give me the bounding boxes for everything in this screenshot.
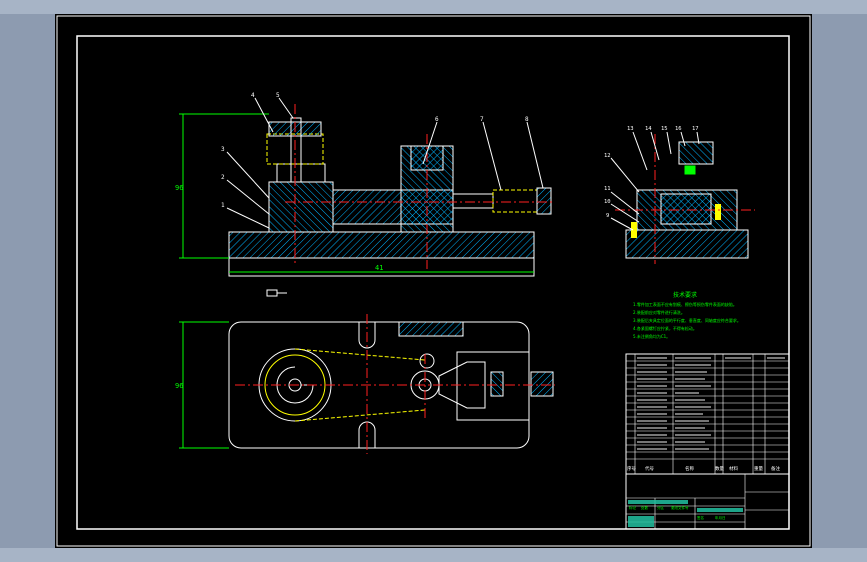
parts-header-weight: 重量: [754, 465, 763, 472]
leader-11: [610, 191, 640, 215]
leader-8: [526, 121, 544, 189]
balloon-2: 2: [221, 174, 225, 181]
parts-list: 序号 代号 名称 数量 材料 重量 备注: [625, 353, 790, 475]
base-plate-section: [228, 231, 535, 259]
parts-list-fill: [637, 357, 785, 450]
balloon-3: 3: [221, 146, 225, 153]
top-view: 96: [175, 314, 555, 454]
balloon-15: 15: [661, 126, 668, 132]
tb-label-change: 更改文件号: [671, 505, 689, 510]
inner-border: [76, 35, 790, 530]
parts-header-material: 材料: [729, 465, 738, 472]
balloon-10: 10: [604, 199, 611, 205]
knob: [536, 187, 552, 215]
leader-1: [226, 207, 270, 229]
tech-req-line-4: 4.各紧固螺钉应拧紧，不得有松动。: [633, 325, 697, 331]
leader-4: [254, 97, 274, 133]
balloon-4: 4: [251, 92, 255, 99]
dim-text-width: 41: [375, 264, 383, 272]
leader-15: [666, 131, 672, 155]
tech-req-line-2: 2.装配前应对零件进行清洗。: [633, 309, 685, 315]
balloon-14: 14: [645, 126, 652, 132]
technical-requirements: 技术要求 1.零件加工表面不应有划痕、擦伤等损伤零件表面的缺陷。 2.装配前应对…: [633, 291, 741, 339]
side-base: [625, 229, 749, 259]
clamp-small-disc: [419, 353, 435, 369]
tb-label-date: 年月日: [715, 515, 726, 520]
leader-7: [482, 121, 502, 191]
balloon-1: 1: [221, 202, 225, 209]
tb-label-sign: 签名: [697, 515, 704, 520]
balloon-16: 16: [675, 126, 682, 132]
front-view: 96 41 4 5 6 7 8 3 2 1: [175, 92, 555, 297]
side-pin-right: [715, 204, 721, 220]
tech-req-title: 技术要求: [673, 291, 697, 299]
parts-list-header: 序号 代号 名称 数量 材料 重量 备注: [627, 465, 780, 472]
leader-9: [610, 217, 634, 231]
balloon-17: 17: [692, 126, 699, 132]
balloon-12: 12: [604, 153, 611, 159]
balloon-5: 5: [276, 92, 280, 99]
top-bracket: [398, 321, 464, 337]
balloon-13: 13: [627, 126, 634, 132]
tech-req-line-3: 3.装配后夹具定位面的平行度、垂直度、同轴度应符合要求。: [633, 317, 741, 323]
tb-label-zone: 分区: [657, 505, 665, 510]
left-column: [268, 181, 334, 233]
leader-10: [610, 203, 640, 223]
parts-header-name: 名称: [685, 465, 694, 472]
title-block-green-2: [628, 516, 654, 527]
balloon-9: 9: [606, 213, 609, 219]
leader-13: [632, 131, 648, 171]
clamp-slide: [490, 371, 504, 397]
dim-text-height: 96: [175, 184, 183, 192]
side-top-block: [678, 141, 714, 165]
parts-header-code: 代号: [645, 465, 654, 472]
tb-label-count: 处数: [641, 505, 649, 510]
title-block-green-1: [628, 500, 688, 504]
drawing-canvas: 96 41 4 5 6 7 8 3 2 1 13 14 15 16 17 12 …: [56, 15, 811, 547]
balloon-11: 11: [604, 186, 611, 192]
cad-viewer: 96 41 4 5 6 7 8 3 2 1 13 14 15 16 17 12 …: [0, 0, 867, 562]
parts-header-remark: 备注: [771, 465, 780, 472]
title-block: 标记 处数 分区 更改文件号 签名 年月日: [625, 473, 790, 530]
side-green-mark: [684, 165, 696, 175]
viewer-top-band: [0, 0, 867, 14]
screw-rod: [452, 193, 494, 209]
tb-label-mark: 标记: [629, 505, 637, 510]
balloon-7: 7: [480, 116, 484, 123]
balloon-6: 6: [435, 116, 439, 123]
screw-sleeve: [492, 189, 538, 213]
parts-header-qty: 数量: [715, 465, 724, 472]
viewer-bottom-band: [0, 548, 867, 562]
tech-req-line-5: 5.未注倒角均为C1。: [633, 333, 670, 339]
balloon-8: 8: [525, 116, 529, 123]
title-block-green-3: [697, 508, 743, 512]
leader-2: [226, 179, 270, 215]
clamp-handle: [530, 371, 554, 397]
top-dim-text: 96: [175, 382, 183, 390]
drawing-sheet: 96 41 4 5 6 7 8 3 2 1 13 14 15 16 17 12 …: [55, 14, 812, 548]
bolt-symbol: [266, 289, 278, 297]
leader-5: [278, 97, 294, 119]
side-bushing: [660, 193, 712, 225]
leader-3: [226, 151, 270, 199]
tech-req-line-1: 1.零件加工表面不应有划痕、擦伤等损伤零件表面的缺陷。: [633, 301, 737, 307]
outer-border: [56, 15, 811, 547]
side-view: 13 14 15 16 17 12 11 10 9: [604, 126, 755, 264]
leader-12: [610, 157, 640, 193]
parts-header-seq: 序号: [627, 465, 636, 472]
side-pin-left: [631, 222, 637, 238]
